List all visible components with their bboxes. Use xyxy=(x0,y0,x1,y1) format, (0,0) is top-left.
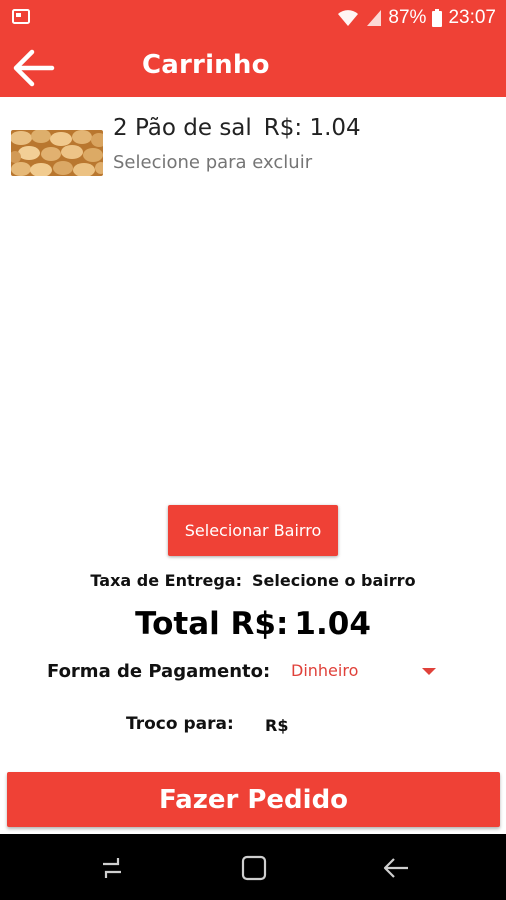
item-name: 2 Pão de sal xyxy=(113,115,252,141)
signal-icon xyxy=(367,10,382,26)
payment-method-dropdown[interactable]: Dinheiro xyxy=(282,655,442,689)
item-price: R$: 1.04 xyxy=(263,115,361,141)
item-delete-hint: Selecione para excluir xyxy=(113,152,313,173)
order-total: Total R$: 1.04 xyxy=(0,606,506,642)
payment-method-label: Forma de Pagamento: xyxy=(47,661,271,682)
arrow-left-icon xyxy=(13,49,55,87)
delivery-fee-value: Selecione o bairro xyxy=(252,571,416,590)
app-bar: Carrinho xyxy=(0,36,506,97)
change-amount-input[interactable] xyxy=(260,710,400,740)
system-nav-bar xyxy=(0,834,506,900)
status-bar: 87% 23:07 xyxy=(0,0,506,36)
place-order-button[interactable]: Fazer Pedido xyxy=(7,772,500,827)
clock: 23:07 xyxy=(448,7,496,28)
battery-icon xyxy=(432,9,443,27)
select-neighborhood-button[interactable]: Selecionar Bairro xyxy=(168,505,338,556)
home-icon[interactable] xyxy=(238,852,270,884)
back-button[interactable] xyxy=(10,48,56,88)
payment-method-value: Dinheiro xyxy=(291,661,359,680)
change-label: Troco para: xyxy=(126,714,234,734)
cart-item[interactable]: 2 Pão de sal R$: 1.04 Selecione para excl… xyxy=(0,110,506,190)
battery-percent: 87% xyxy=(388,7,427,28)
dropdown-arrow-icon xyxy=(422,668,436,675)
back-icon[interactable] xyxy=(380,852,412,884)
page-title: Carrinho xyxy=(142,50,270,80)
delivery-fee-label: Taxa de Entrega: xyxy=(90,571,242,590)
total-label: Total R$: xyxy=(135,606,289,642)
bread-rolls-image xyxy=(11,130,103,176)
delivery-fee: Taxa de Entrega: Selecione o bairro xyxy=(0,571,506,590)
item-title: 2 Pão de sal R$: 1.04 xyxy=(113,115,361,141)
total-value: 1.04 xyxy=(294,606,371,642)
gallery-notification-icon xyxy=(12,9,30,24)
wifi-icon xyxy=(338,10,359,26)
recent-apps-icon[interactable] xyxy=(96,852,128,884)
